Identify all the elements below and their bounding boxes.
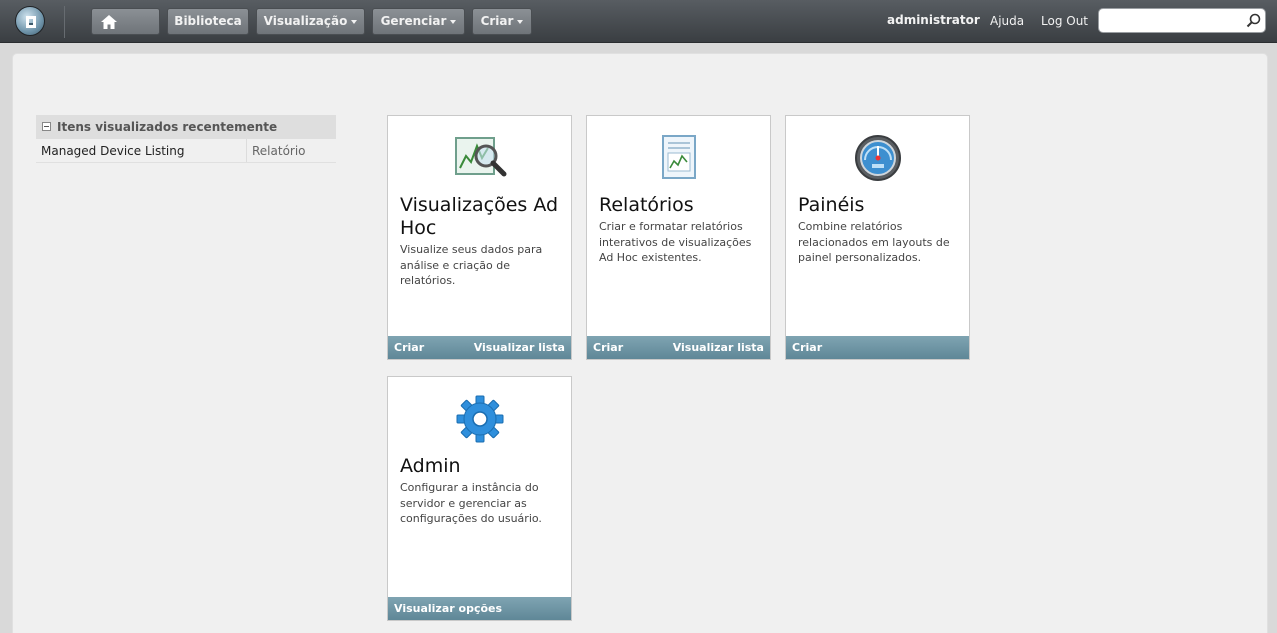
card-title: Painéis bbox=[798, 194, 865, 216]
card-title: Admin bbox=[400, 455, 461, 477]
create-menu-label: Criar bbox=[480, 14, 514, 28]
manage-menu-button[interactable]: Gerenciar bbox=[372, 8, 465, 35]
view-report-list-link[interactable]: Visualizar lista bbox=[673, 336, 764, 359]
logout-link[interactable]: Log Out bbox=[1041, 14, 1088, 28]
create-report-link[interactable]: Criar bbox=[593, 336, 623, 359]
recent-item-type: Relatório bbox=[246, 139, 336, 162]
card-description: Configurar a instância do servidor e ger… bbox=[400, 481, 542, 525]
manage-menu-label: Gerenciar bbox=[380, 14, 447, 28]
search-box bbox=[1098, 8, 1266, 33]
create-dashboard-link[interactable]: Criar bbox=[792, 336, 822, 359]
app-logo-icon[interactable] bbox=[15, 6, 45, 36]
help-link[interactable]: Ajuda bbox=[990, 14, 1024, 28]
library-button[interactable]: Biblioteca bbox=[167, 8, 249, 35]
chevron-down-icon bbox=[450, 19, 457, 24]
admin-card: Admin Configurar a instância do servidor… bbox=[387, 376, 572, 621]
adhoc-views-card: Visualizações Ad Hoc Visualize seus dado… bbox=[387, 115, 572, 360]
report-document-icon bbox=[661, 135, 696, 179]
dashboard-gauge-icon bbox=[854, 135, 901, 181]
chevron-down-icon bbox=[517, 19, 524, 24]
view-menu-label: Visualização bbox=[263, 14, 348, 28]
home-button[interactable] bbox=[91, 8, 160, 35]
current-user: administrator bbox=[887, 13, 980, 27]
library-label: Biblioteca bbox=[174, 14, 242, 28]
reports-card: Relatórios Criar e formatar relatórios i… bbox=[586, 115, 771, 360]
recent-item-name[interactable]: Managed Device Listing bbox=[36, 139, 246, 162]
gear-icon bbox=[456, 395, 503, 443]
list-item[interactable]: Managed Device Listing Relatório bbox=[36, 139, 336, 163]
search-icon[interactable] bbox=[1246, 13, 1261, 28]
view-menu-button[interactable]: Visualização bbox=[256, 8, 365, 35]
dashboards-card: Painéis Combine relatórios relacionados … bbox=[785, 115, 970, 360]
create-adhoc-link[interactable]: Criar bbox=[394, 336, 424, 359]
card-footer: Visualizar opções bbox=[388, 597, 571, 620]
card-footer: Criar bbox=[786, 336, 969, 359]
card-description: Visualize seus dados para análise e cria… bbox=[400, 243, 543, 287]
create-menu-button[interactable]: Criar bbox=[472, 8, 532, 35]
recent-items-panel: Itens visualizados recentemente Managed … bbox=[36, 115, 336, 163]
card-description: Combine relatórios relacionados em layou… bbox=[798, 220, 950, 264]
card-footer: Criar Visualizar lista bbox=[388, 336, 571, 359]
card-description: Criar e formatar relatórios interativos … bbox=[599, 220, 752, 264]
card-footer: Criar Visualizar lista bbox=[587, 336, 770, 359]
view-options-link[interactable]: Visualizar opções bbox=[394, 597, 502, 620]
card-title: Relatórios bbox=[599, 194, 694, 216]
nav-divider bbox=[64, 6, 65, 38]
adhoc-chart-magnifier-icon bbox=[454, 137, 506, 177]
chevron-down-icon bbox=[351, 19, 358, 24]
recent-items-title: Itens visualizados recentemente bbox=[57, 120, 278, 134]
view-adhoc-list-link[interactable]: Visualizar lista bbox=[474, 336, 565, 359]
collapse-icon[interactable] bbox=[42, 122, 51, 131]
card-title: Visualizações Ad Hoc bbox=[400, 194, 559, 239]
top-bar: Biblioteca Visualização Gerenciar Criar … bbox=[0, 0, 1277, 43]
search-input[interactable] bbox=[1105, 10, 1245, 31]
recent-items-header[interactable]: Itens visualizados recentemente bbox=[36, 115, 336, 139]
home-icon bbox=[101, 15, 117, 29]
